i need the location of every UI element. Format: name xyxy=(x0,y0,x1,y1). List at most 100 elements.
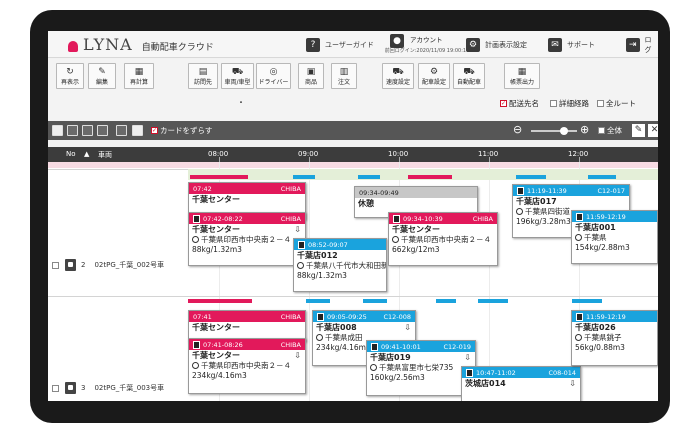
delivery-first-checkbox[interactable]: ✓ xyxy=(500,100,507,107)
card-address: 千葉県四街道 xyxy=(525,207,570,216)
lock-icon[interactable] xyxy=(466,368,473,377)
plan-settings-button[interactable]: ⚙ 計画表示設定 xyxy=(466,35,527,54)
pencil-icon: ✎ xyxy=(98,66,106,77)
all-routes-label: 全ルート xyxy=(606,99,636,108)
logo[interactable]: LYNA 自動配車クラウド xyxy=(68,35,214,54)
all-routes-option[interactable]: 全ルート xyxy=(597,98,636,109)
lock-icon[interactable] xyxy=(298,240,305,249)
arrow-down-icon: ⇩ xyxy=(294,225,301,234)
lock-icon[interactable] xyxy=(193,214,200,223)
lock-icon[interactable] xyxy=(517,186,524,195)
speed-settings-button[interactable]: ⛟ 速度設定 xyxy=(382,63,414,89)
auto-dispatch-button[interactable]: ⛟ 自動配車 xyxy=(453,63,485,89)
edit-button[interactable]: ✎ 編集 xyxy=(88,63,116,89)
user-icon: ● xyxy=(390,34,404,48)
destinations-label: 訪問先 xyxy=(193,78,212,86)
route-detail-option[interactable]: 詳細経路 xyxy=(550,98,589,109)
support-button[interactable]: ✉ サポート xyxy=(548,35,595,54)
route-detail-checkbox[interactable] xyxy=(550,100,557,107)
lock-icon[interactable] xyxy=(317,312,324,321)
zoom-out-icon[interactable]: ⊖ xyxy=(513,123,522,136)
all-routes-checkbox[interactable] xyxy=(597,100,604,107)
stop-card[interactable]: 07:41-08:26 CHIBA 千葉センター ⇩ 千葉県印西市中央南２－４ 23… xyxy=(188,338,306,394)
stop-card[interactable]: 09:41-10:01 C12-019 千葉店019 ⇩ 千葉県富里市七栄735 1… xyxy=(366,340,476,396)
card-tag: CHIBA xyxy=(280,340,301,349)
card-load: 234kg/4.16m3 xyxy=(316,343,371,352)
dispatch-settings-button[interactable]: ⚙ 配車設定 xyxy=(418,63,450,89)
vehicles-button[interactable]: ⛟ 車両/車型 xyxy=(221,63,254,89)
card-time: 09:34-09:49 xyxy=(359,188,399,197)
recalc-button[interactable]: ▦ 再計算 xyxy=(124,63,154,89)
lock-icon[interactable] xyxy=(576,212,583,221)
gear-icon: ⚙ xyxy=(429,66,439,77)
logout-button[interactable]: ⇥ ログ xyxy=(626,35,658,54)
orders-button[interactable]: ▥ 注文 xyxy=(331,63,357,89)
lock-icon[interactable] xyxy=(576,312,583,321)
question-icon: ? xyxy=(306,37,320,52)
card-name: 千葉店008 xyxy=(316,323,357,332)
vehicles-label: 車両/車型 xyxy=(224,78,251,86)
zoom-slider-handle[interactable] xyxy=(560,127,568,135)
card-tag: C12-017 xyxy=(597,186,625,195)
refresh-button[interactable]: ↻ 再表示 xyxy=(56,63,84,89)
close-icon[interactable]: ✕ xyxy=(648,124,658,137)
all-checkbox[interactable] xyxy=(598,127,605,134)
logo-text: LYNA xyxy=(83,35,133,54)
user-guide-button[interactable]: ? ユーザーガイド xyxy=(306,35,374,54)
account-button[interactable]: ● アカウント 前回ログイン:2020/11/09 19:00:16 xyxy=(376,32,478,57)
card-time: 07:42-08:22 xyxy=(203,214,243,223)
column-no: No xyxy=(66,150,76,158)
card-address: 千葉県成田 xyxy=(325,333,363,342)
phone-view-icon[interactable] xyxy=(116,125,127,136)
card-view-icon[interactable] xyxy=(82,125,93,136)
app-header: LYNA 自動配車クラウド ? ユーザーガイド ● アカウント 前回ログイン:2… xyxy=(48,31,658,58)
card-time: 11:59-12:19 xyxy=(586,212,626,221)
card-time: 08:52-09:07 xyxy=(308,240,348,249)
layout-view-icon[interactable] xyxy=(132,125,143,136)
lock-icon[interactable] xyxy=(193,340,200,349)
shift-cards-toggle[interactable]: ✓ カードをずらす xyxy=(151,125,212,136)
gear-icon: ⚙ xyxy=(466,37,480,52)
split-view-icon[interactable] xyxy=(97,125,108,136)
products-button[interactable]: ▣ 商品 xyxy=(298,63,324,89)
vehicle-row-2[interactable]: 2 02tPG_千葉_002号車 xyxy=(52,259,164,271)
stop-card[interactable]: 09:34-10:39 CHIBA 千葉センター 千葉県印西市中央南２－４ 662… xyxy=(388,212,498,266)
time-strip xyxy=(190,175,248,179)
location-pin-icon xyxy=(316,334,323,341)
list-view-icon[interactable] xyxy=(67,125,78,136)
row-checkbox[interactable] xyxy=(52,261,59,269)
card-load: 154kg/2.88m3 xyxy=(575,243,630,252)
shift-cards-checkbox[interactable]: ✓ xyxy=(151,127,158,134)
stop-card[interactable]: 10:47-11:02 C08-014 茨城店014 ⇩ xyxy=(461,366,581,401)
card-name: 千葉店019 xyxy=(370,353,411,362)
drivers-button[interactable]: ◎ ドライバー xyxy=(256,63,291,89)
vehicle-row-3[interactable]: 3 02tPG_千葉_003号車 xyxy=(52,382,164,394)
arrow-down-icon: ⇩ xyxy=(404,323,411,332)
report-icon: ▦ xyxy=(517,66,527,77)
wrench-icon[interactable]: ✎ xyxy=(632,124,645,137)
lock-icon[interactable] xyxy=(65,259,76,271)
stop-card[interactable]: 08:52-09:07 千葉店012 千葉県八千代市大和田新田8 88kg/1.… xyxy=(293,238,387,292)
zoom-in-icon[interactable]: ⊕ xyxy=(580,123,589,136)
card-time: 07:41 xyxy=(193,312,212,321)
stop-card[interactable]: 07:42-08:22 CHIBA 千葉センター ⇩ 千葉県印西市中央南２－４ 88… xyxy=(188,212,306,266)
delivery-first-option[interactable]: ✓ 配送先名 xyxy=(500,98,539,109)
products-label: 商品 xyxy=(304,78,317,86)
lock-icon[interactable] xyxy=(393,214,400,223)
stop-card[interactable]: 11:59-12:19 千葉店026 千葉県銚子 56kg/0.88m3 xyxy=(571,310,658,366)
card-address: 千葉県八千代市大和田新田8 xyxy=(306,261,387,270)
stop-card[interactable]: 11:59-12:19 千葉店001 千葉県 154kg/2.88m3 xyxy=(571,210,658,264)
destinations-button[interactable]: ▤ 訪問先 xyxy=(188,63,218,89)
check-view-icon[interactable] xyxy=(52,125,63,136)
report-output-button[interactable]: ▦ 帳票出力 xyxy=(504,63,540,89)
zoom-slider[interactable] xyxy=(531,130,577,132)
card-name: 千葉店017 xyxy=(516,197,557,206)
speed-settings-label: 速度設定 xyxy=(385,78,410,86)
all-toggle[interactable]: 全体 xyxy=(598,125,622,136)
row-checkbox[interactable] xyxy=(52,384,59,392)
lock-icon[interactable] xyxy=(371,342,378,351)
card-time: 07:42 xyxy=(193,184,212,193)
sort-icon[interactable]: ▲ xyxy=(84,150,89,158)
time-strip xyxy=(363,299,387,303)
lock-icon[interactable] xyxy=(65,382,76,394)
